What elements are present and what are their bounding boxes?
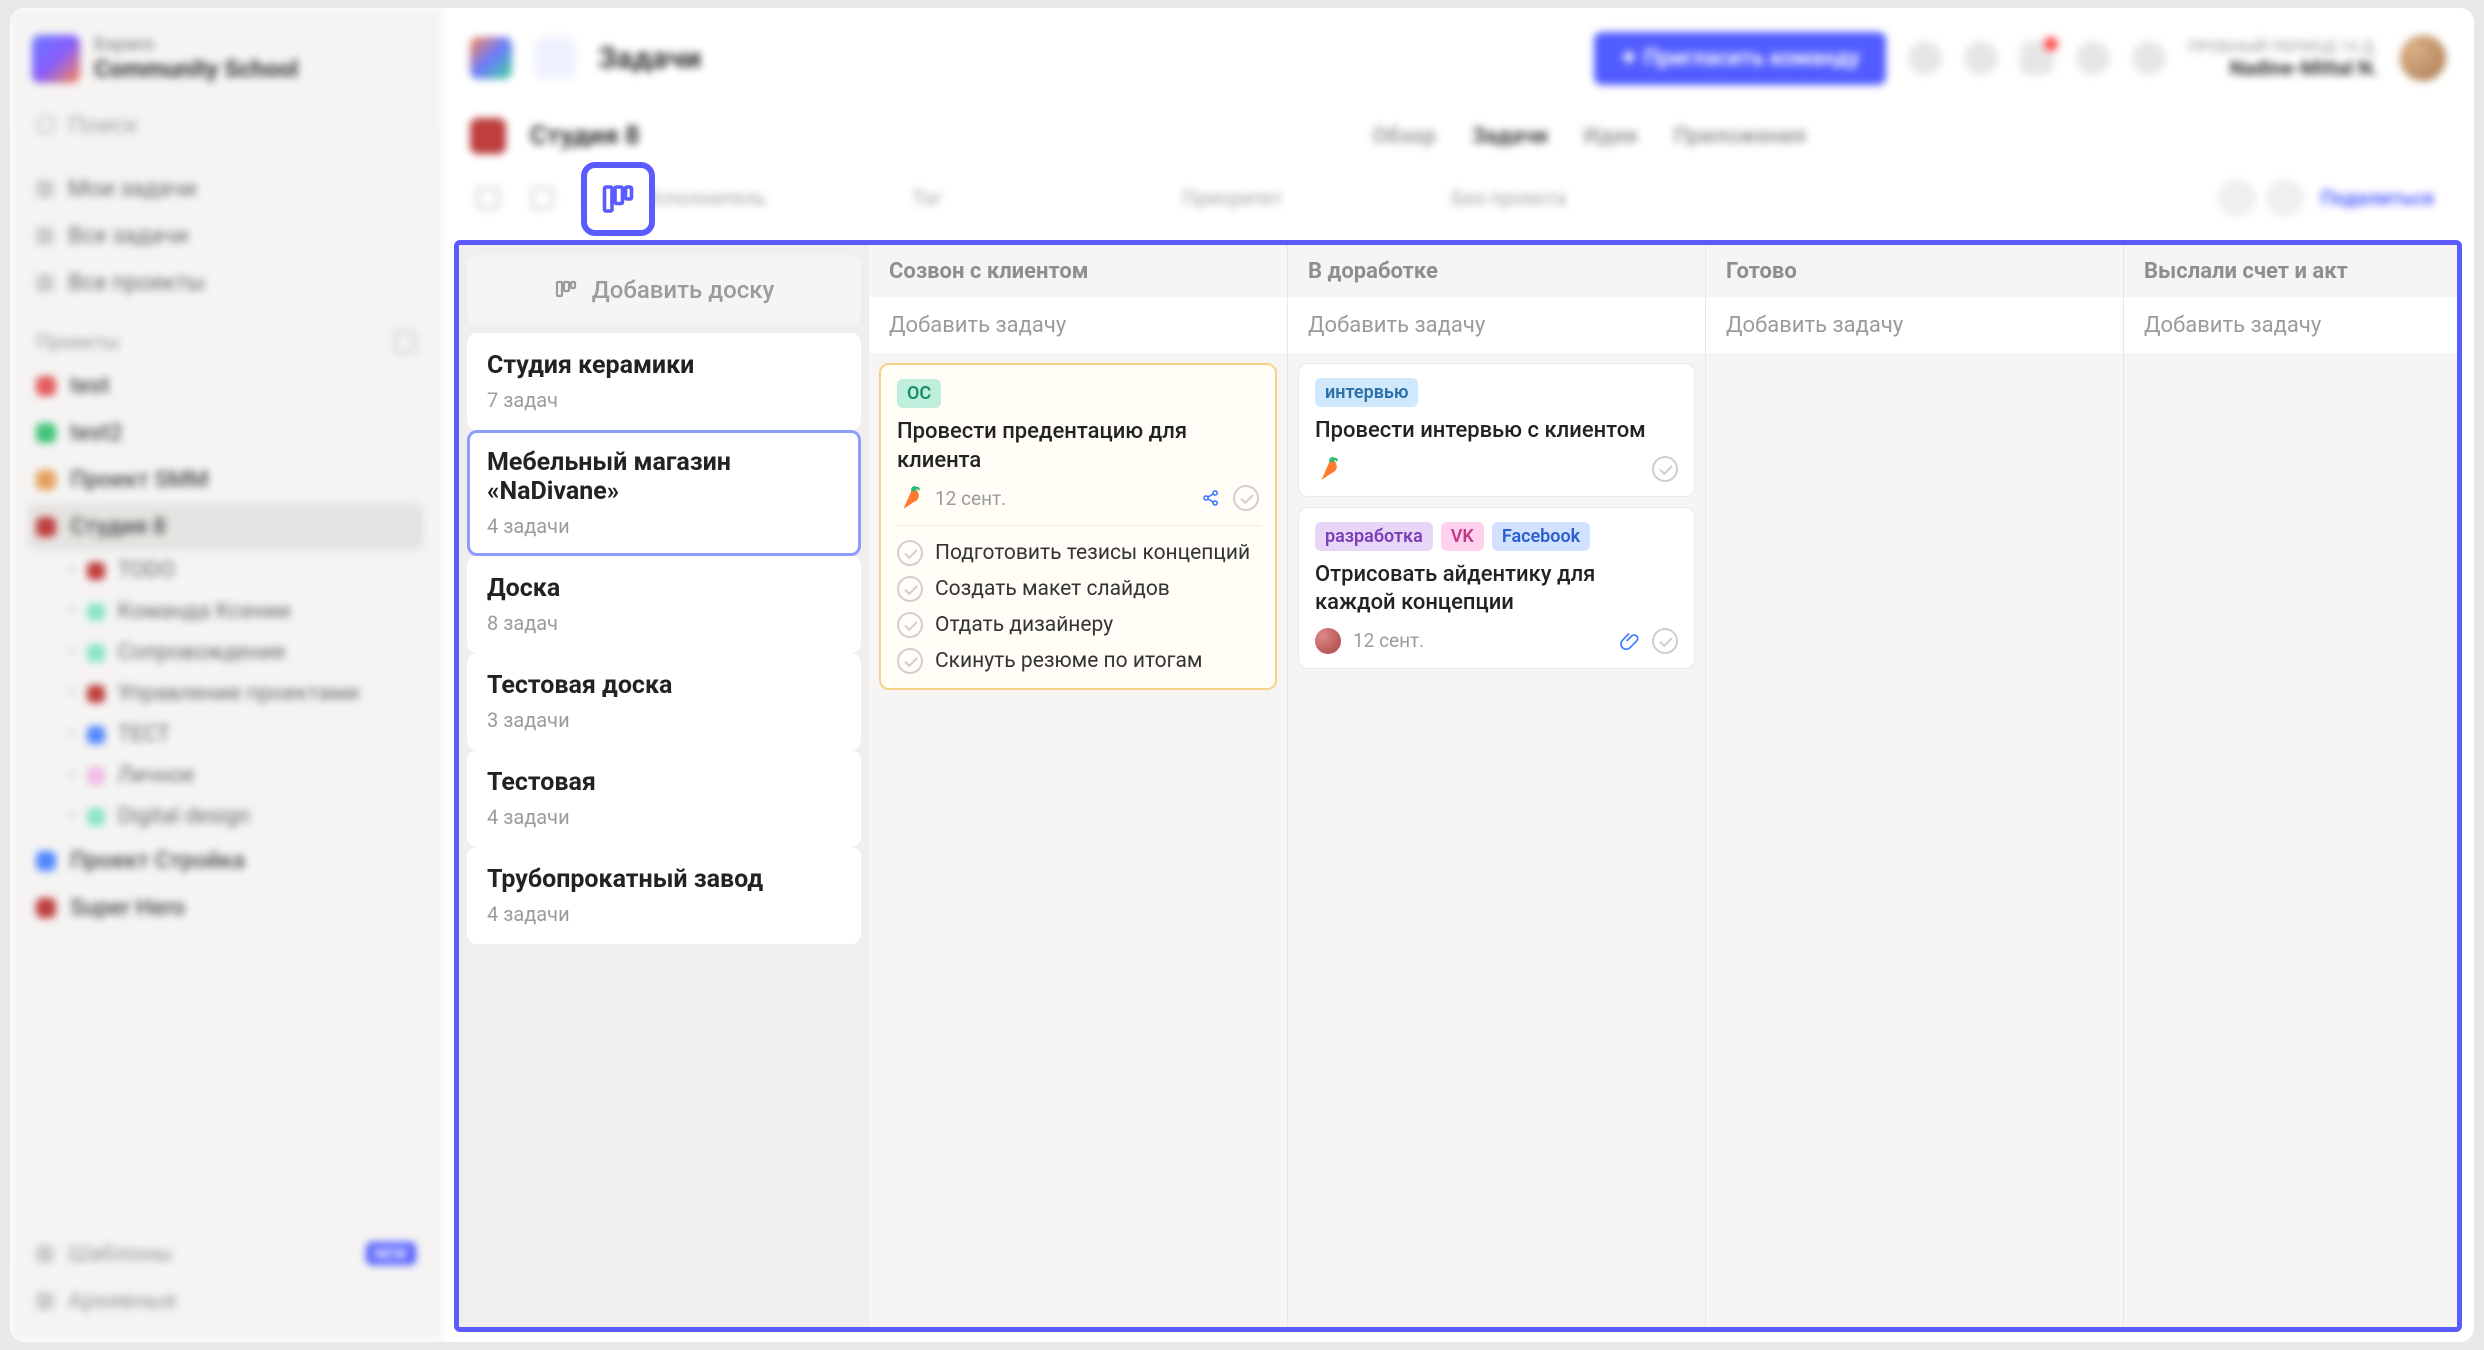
settings-icon[interactable] (1964, 41, 1998, 75)
filter-no-project[interactable]: Без проекта (1438, 174, 1708, 222)
workspace-subtitle: Бэрапэ (94, 34, 298, 55)
project-color-dot (36, 898, 56, 918)
help-icon[interactable] (1908, 41, 1942, 75)
nav-all-projects[interactable]: Все проекты (28, 259, 424, 306)
invite-button[interactable]: ✦ Пригласить команду (1594, 32, 1886, 85)
nav-archived[interactable]: Архивные (28, 1277, 424, 1324)
sub-project-item[interactable]: •ТЕСТ (28, 714, 424, 755)
search-icon (36, 115, 56, 135)
project-color-dot (36, 470, 56, 490)
project-icon (470, 118, 506, 154)
gift-icon[interactable] (2076, 41, 2110, 75)
filter-priority[interactable]: Приоритет (1168, 174, 1438, 222)
project-title: Студия 8 (530, 121, 640, 151)
project-header: Студия 8 Обзор Задачи Идеи Приложения (442, 108, 2474, 164)
user-avatar[interactable] (2400, 35, 2446, 81)
topbar: Задачи ✦ Пригласить команду ПРОБНЫЙ ПЕРИ… (442, 8, 2474, 108)
search-input[interactable]: Поиск (28, 101, 424, 149)
workspace-header[interactable]: Бэрапэ Community School (28, 26, 424, 101)
tab-обзор[interactable]: Обзор (1372, 124, 1436, 149)
view-list-icon[interactable] (466, 176, 510, 220)
view-option-icon[interactable] (2218, 179, 2256, 217)
main-area: Задачи ✦ Пригласить команду ПРОБНЫЙ ПЕРИ… (442, 8, 2474, 1342)
project-color-dot (36, 423, 56, 443)
notification-dot (2044, 37, 2058, 51)
tab-идеи[interactable]: Идеи (1584, 124, 1638, 149)
project-item[interactable]: Проект SMM (28, 456, 424, 503)
tab-приложения[interactable]: Приложения (1673, 124, 1806, 149)
project-item[interactable]: Проект Стройка (28, 837, 424, 884)
app-icon (470, 37, 512, 79)
share-button[interactable]: Поделиться (2304, 176, 2450, 220)
project-item[interactable]: Super Hero (28, 884, 424, 931)
nav-my-tasks[interactable]: Мои задачи (28, 165, 424, 212)
new-badge: NEW (366, 1242, 416, 1265)
sub-project-item[interactable]: •Управление проектами (28, 673, 424, 714)
tab-задачи[interactable]: Задачи (1472, 124, 1548, 149)
project-item[interactable]: Студия 8 (28, 503, 424, 550)
view-board-icon[interactable] (574, 176, 618, 220)
sidebar: Бэрапэ Community School Поиск Мои задачи… (10, 8, 442, 1342)
topbar-title: Задачи (598, 41, 701, 76)
sub-project-item[interactable]: •TODO (28, 550, 424, 591)
view-grid-icon[interactable] (520, 176, 564, 220)
sub-project-item[interactable]: •Личное (28, 755, 424, 796)
project-color-dot (36, 517, 56, 537)
workspace-logo (32, 35, 80, 83)
filter-row: Исполнитель Тэг Приоритет Без проекта По… (442, 164, 2474, 232)
project-color-dot (36, 851, 56, 871)
projects-section-header: Проекты (28, 306, 424, 362)
add-project-icon[interactable] (394, 331, 416, 353)
bell-icon[interactable] (2132, 41, 2166, 75)
filter-tag[interactable]: Тэг (898, 174, 1168, 222)
sub-project-item[interactable]: •Команда Ксении (28, 591, 424, 632)
project-item[interactable]: test2 (28, 409, 424, 456)
trial-info: ПРОБНЫЙ ПЕРИОД 14 Д. Nadine-Mittal N. (2188, 37, 2378, 80)
sub-project-item[interactable]: •Digital design (28, 796, 424, 837)
project-color-dot (36, 376, 56, 396)
workspace-title: Community School (94, 55, 298, 83)
sub-project-item[interactable]: •Сопровождение (28, 632, 424, 673)
project-item[interactable]: test (28, 362, 424, 409)
search-placeholder: Поиск (68, 111, 138, 139)
nav-templates[interactable]: Шаблоны NEW (28, 1230, 424, 1277)
nav-all-tasks[interactable]: Все задачи (28, 212, 424, 259)
section-icon (534, 37, 576, 79)
sort-icon[interactable] (2266, 179, 2304, 217)
filter-executor[interactable]: Исполнитель (628, 174, 898, 222)
